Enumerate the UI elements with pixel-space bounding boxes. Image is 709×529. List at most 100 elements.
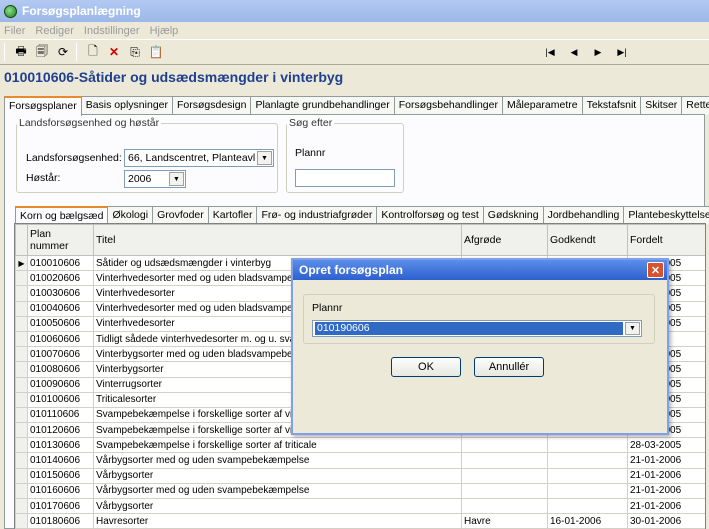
search-group: Søg efter Plannr — [286, 117, 404, 193]
close-icon[interactable]: ✕ — [647, 262, 664, 278]
copy-icon[interactable]: ⎘ — [126, 43, 144, 61]
subtab-kartofler[interactable]: Kartofler — [207, 206, 258, 224]
plan-number-cell: 010150606 — [27, 467, 94, 484]
menu-filer[interactable]: Filer — [4, 25, 25, 37]
tab-rettelser[interactable]: Rettelser — [681, 96, 709, 115]
row-selector[interactable] — [15, 452, 28, 469]
table-row[interactable]: 010160606 Vårbygsorter med og uden svampe… — [15, 482, 705, 500]
row-selector[interactable] — [15, 330, 28, 348]
tab-forsoegsplaner[interactable]: Forsøgsplaner — [4, 96, 82, 116]
tab-tekstafsnit[interactable]: Tekstafsnit — [581, 96, 642, 115]
title-cell: Havresorter — [93, 513, 462, 529]
dialog-plan-group: Plannr 010190606 ▼ — [303, 294, 655, 344]
crop-cell — [461, 437, 548, 454]
previous-record-icon[interactable]: ◀ — [565, 43, 583, 61]
crop-category-tab-strip: Korn og bælgsæd Økologi Grovfoder Kartof… — [15, 206, 709, 225]
column-header-distributed[interactable]: Fordelt — [627, 224, 705, 256]
crop-cell — [461, 452, 548, 469]
column-header-approved[interactable]: Godkendt — [547, 224, 628, 256]
plan-number-cell: 010090606 — [27, 376, 94, 393]
print-icon[interactable]: 🖶 — [12, 43, 30, 61]
table-row[interactable]: 010180606 Havresorter Havre 16-01-2006 30-01… — [15, 513, 705, 529]
app-icon — [4, 4, 17, 18]
column-header-plan-number[interactable]: Plan nummer — [27, 224, 94, 256]
last-record-icon[interactable]: ▶| — [613, 43, 631, 61]
menu-indstillinger[interactable]: Indstillinger — [84, 25, 140, 37]
title-cell: Svampebekæmpelse i forskellige sorter af… — [93, 437, 462, 454]
search-input[interactable] — [295, 169, 395, 187]
ok-button[interactable]: OK — [391, 357, 461, 377]
new-document-icon[interactable]: 🗋 — [84, 43, 102, 61]
plan-number-dropdown[interactable]: 010190606 ▼ — [312, 320, 642, 337]
row-selector[interactable] — [15, 437, 28, 454]
paste-icon[interactable]: 📋 — [147, 43, 165, 61]
table-row[interactable]: 010170606 Vårbygsorter 21-01-2006 — [15, 497, 705, 515]
table-row[interactable]: 010130606 Svampebekæmpelse i forskellige … — [15, 437, 705, 454]
row-selector[interactable] — [15, 497, 28, 515]
main-tab-strip: Forsøgsplaner Basis oplysninger Forsøgsd… — [4, 96, 709, 116]
current-row-indicator-icon[interactable]: ▶ — [15, 254, 28, 272]
window-title-bar: Forsøgsplanlægning — [0, 0, 709, 22]
table-row[interactable]: 010140606 Vårbygsorter med og uden svampe… — [15, 452, 705, 469]
first-record-icon[interactable]: |◀ — [541, 43, 559, 61]
subtab-oekologi[interactable]: Økologi — [107, 206, 154, 224]
cancel-button[interactable]: Annullér — [474, 357, 544, 377]
menu-hjaelp[interactable]: Hjælp — [150, 25, 179, 37]
subtab-goedskning[interactable]: Gødskning — [482, 206, 544, 224]
unit-dropdown-value: 66, Landscentret, Planteavl — [128, 152, 256, 164]
table-row[interactable]: 010150606 Vårbygsorter 21-01-2006 — [15, 467, 705, 484]
row-selector[interactable] — [15, 406, 28, 424]
row-selector[interactable] — [15, 270, 28, 287]
row-selector[interactable] — [15, 482, 28, 500]
plan-number-cell: 010180606 — [27, 513, 94, 529]
row-selector[interactable] — [15, 361, 28, 378]
year-dropdown[interactable]: 2006 ▼ — [124, 170, 186, 188]
subtab-jordbehandling[interactable]: Jordbehandling — [542, 206, 625, 224]
title-cell: Vårbygsorter — [93, 467, 462, 484]
refresh-icon[interactable]: ⟳ — [54, 43, 72, 61]
dialog-plan-label: Plannr — [312, 302, 343, 314]
tab-planlagte-grundbehandlinger[interactable]: Planlagte grundbehandlinger — [250, 96, 395, 115]
title-cell: Vårbygsorter — [93, 497, 462, 515]
subtab-kontrolforsoeg-og-test[interactable]: Kontrolforsøg og test — [376, 206, 484, 224]
tab-forsoegsdesign[interactable]: Forsøgsdesign — [172, 96, 252, 115]
crop-cell — [461, 467, 548, 484]
search-group-label: Søg efter — [289, 117, 333, 129]
page-title: 010010606-Såtider og udsædsmængder i vin… — [4, 69, 344, 85]
approved-date-cell — [547, 437, 628, 454]
column-header-crop[interactable]: Afgrøde — [461, 224, 548, 256]
row-selector[interactable] — [15, 391, 28, 408]
tab-skitser[interactable]: Skitser — [640, 96, 683, 115]
chevron-down-icon[interactable]: ▼ — [257, 151, 272, 165]
chevron-down-icon[interactable]: ▼ — [169, 172, 184, 186]
menu-rediger[interactable]: Rediger — [35, 25, 74, 37]
row-selector[interactable] — [15, 376, 28, 393]
subtab-froe-og-industriafgroeder[interactable]: Frø- og industriafgrøder — [256, 206, 378, 224]
print-preview-icon[interactable]: 🗐 — [33, 43, 51, 61]
tab-forsoegsbehandlinger[interactable]: Forsøgsbehandlinger — [393, 96, 503, 115]
row-selector[interactable] — [15, 467, 28, 484]
unit-dropdown[interactable]: 66, Landscentret, Planteavl ▼ — [124, 149, 274, 167]
title-cell: Vårbygsorter med og uden svampebekæmpels… — [93, 482, 462, 500]
distributed-date-cell: 21-01-2006 — [627, 467, 705, 484]
plan-number-cell: 010070606 — [27, 346, 94, 363]
row-selector[interactable] — [15, 422, 28, 439]
row-selector[interactable] — [15, 315, 28, 332]
subtab-plantebeskyttelse[interactable]: Plantebeskyttelse — [623, 206, 709, 224]
row-selector[interactable] — [15, 285, 28, 302]
delete-icon[interactable]: ✕ — [105, 43, 123, 61]
plan-number-cell: 010080606 — [27, 361, 94, 378]
row-selector[interactable] — [15, 513, 28, 529]
distributed-date-cell: 21-01-2006 — [627, 482, 705, 500]
column-header-title[interactable]: Titel — [93, 224, 462, 256]
plan-number-cell: 010170606 — [27, 497, 94, 515]
plan-number-cell: 010160606 — [27, 482, 94, 500]
row-selector[interactable] — [15, 346, 28, 363]
tab-basis-oplysninger[interactable]: Basis oplysninger — [80, 96, 173, 115]
record-navigation: |◀ ◀ ▶ ▶| — [535, 43, 631, 61]
chevron-down-icon[interactable]: ▼ — [625, 322, 640, 335]
next-record-icon[interactable]: ▶ — [589, 43, 607, 61]
tab-maaleparametre[interactable]: Måleparametre — [501, 96, 583, 115]
row-selector[interactable] — [15, 300, 28, 317]
subtab-grovfoder[interactable]: Grovfoder — [152, 206, 209, 224]
